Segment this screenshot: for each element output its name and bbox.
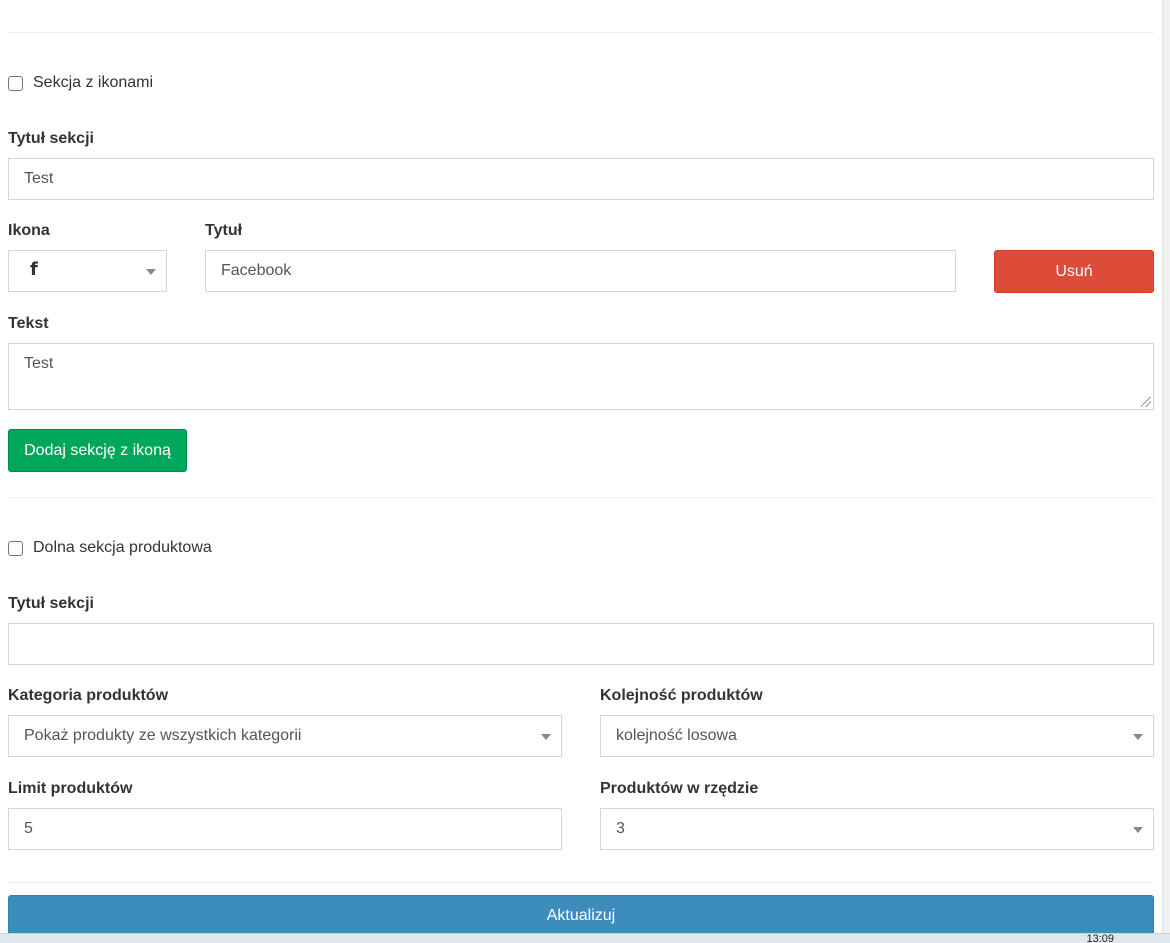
products-section-checkbox[interactable]: [8, 540, 23, 556]
item-title-input[interactable]: Facebook: [205, 250, 956, 292]
limit-input[interactable]: 5: [8, 808, 562, 850]
products-section-title-input[interactable]: [8, 623, 1154, 665]
text-textarea[interactable]: Test: [8, 343, 1154, 410]
per-row-label: Produktów w rzędzie: [600, 780, 759, 797]
icons-section-checkbox-label: Sekcja z ikonami: [33, 74, 154, 91]
order-value: kolejność losowa: [616, 727, 737, 744]
category-select[interactable]: Pokaż produkty ze wszystkich kategorii: [8, 715, 562, 757]
update-button[interactable]: Aktualizuj: [8, 895, 1154, 937]
icons-section-title-label: Tytuł sekcji: [8, 130, 94, 147]
per-row-select[interactable]: 3: [600, 808, 1154, 850]
chevron-down-icon: [1133, 734, 1143, 740]
icons-section-title-value: Test: [24, 170, 54, 187]
remove-button[interactable]: Usuń: [994, 250, 1154, 293]
vertical-scrollbar[interactable]: [1162, 0, 1170, 943]
icons-section-title-input[interactable]: Test: [8, 158, 1154, 200]
text-value: Test: [24, 355, 54, 372]
icon-label: Ikona: [8, 222, 50, 239]
top-divider: [8, 32, 1154, 33]
icons-section-checkbox[interactable]: [8, 75, 23, 91]
chevron-down-icon: [1133, 827, 1143, 833]
limit-value: 5: [24, 820, 33, 837]
products-section-checkbox-label: Dolna sekcja produktowa: [33, 539, 212, 556]
resize-handle-icon[interactable]: [1141, 397, 1151, 407]
text-label: Tekst: [8, 315, 49, 332]
item-title-value: Facebook: [221, 262, 292, 279]
settings-form: Sekcja z ikonami Tytuł sekcji Test Ikona…: [0, 0, 1162, 943]
add-icon-section-button[interactable]: Dodaj sekcję z ikoną: [8, 429, 187, 472]
chevron-down-icon: [541, 734, 551, 740]
icons-section-toggle[interactable]: Sekcja z ikonami: [8, 74, 153, 92]
order-select[interactable]: kolejność losowa: [600, 715, 1154, 757]
taskbar-clock: 13:09: [1086, 933, 1114, 943]
bottom-divider: [8, 882, 1154, 883]
icon-select[interactable]: f: [8, 250, 167, 292]
chevron-down-icon: [146, 269, 156, 275]
limit-label: Limit produktów: [8, 780, 133, 797]
category-value: Pokaż produkty ze wszystkich kategorii: [24, 727, 302, 744]
products-section-toggle[interactable]: Dolna sekcja produktowa: [8, 539, 212, 557]
middle-divider: [8, 497, 1154, 498]
products-section-title-label: Tytuł sekcji: [8, 595, 94, 612]
order-label: Kolejność produktów: [600, 687, 763, 704]
item-title-label: Tytuł: [205, 222, 243, 239]
facebook-icon: f: [30, 258, 38, 280]
per-row-value: 3: [616, 820, 625, 837]
category-label: Kategoria produktów: [8, 687, 169, 704]
taskbar: 13:09: [0, 933, 1170, 943]
